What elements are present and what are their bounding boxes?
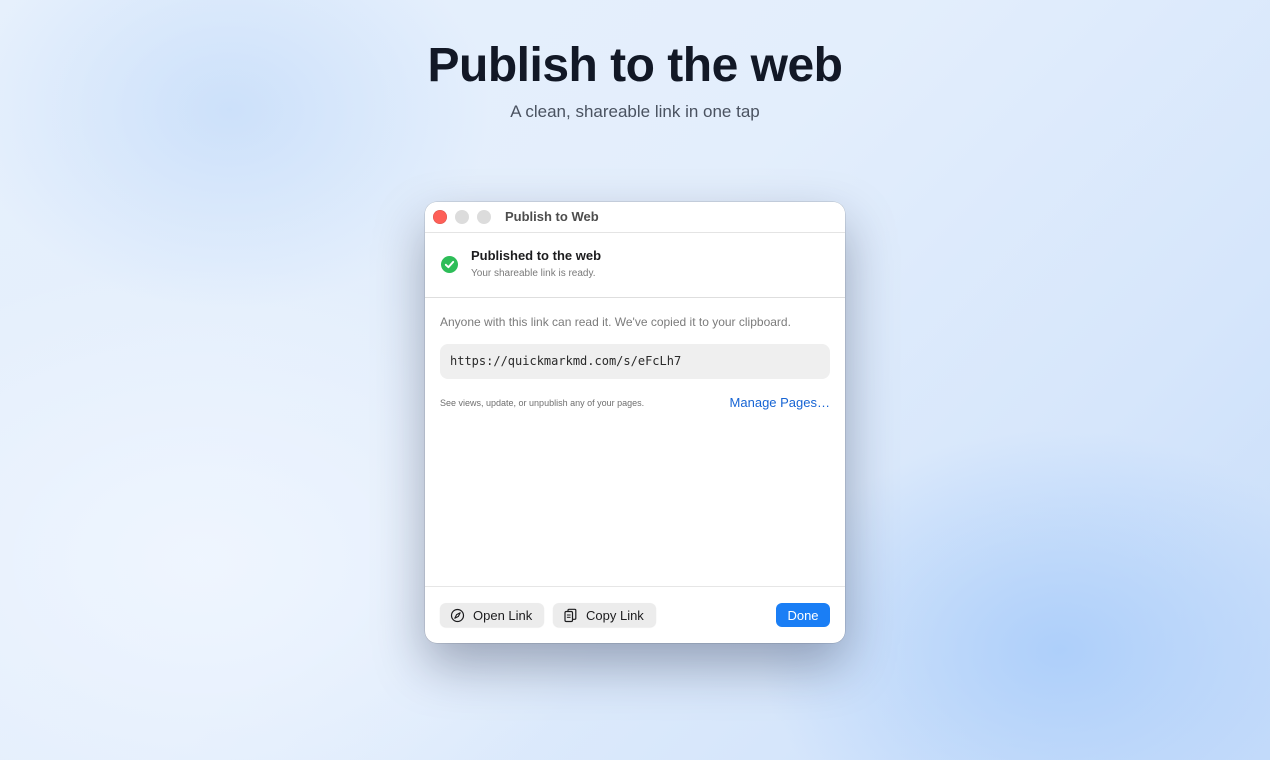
done-button[interactable]: Done	[776, 603, 830, 627]
hero-subtitle: A clean, shareable link in one tap	[510, 102, 760, 121]
copy-link-label: Copy Link	[586, 607, 644, 623]
zoom-window-button[interactable]	[477, 210, 491, 224]
dialog-body: Anyone with this link can read it. We've…	[425, 298, 845, 588]
minimize-window-button[interactable]	[455, 210, 469, 224]
window-title: Publish to Web	[505, 209, 599, 224]
copy-icon	[563, 608, 578, 623]
publish-dialog: Publish to Web Published to the web Your…	[425, 202, 845, 643]
share-info-text: Anyone with this link can read it. We've…	[440, 315, 791, 329]
title-bar[interactable]: Publish to Web	[425, 202, 845, 233]
copy-link-button[interactable]: Copy Link	[553, 603, 656, 627]
dialog-footer: Open Link Copy Link Done	[425, 586, 845, 643]
share-url-field[interactable]: https://quickmarkmd.com/s/eFcLh7	[440, 344, 830, 379]
manage-pages-hint: See views, update, or unpublish any of y…	[440, 398, 645, 408]
checkmark-circle-icon	[441, 256, 458, 273]
open-link-label: Open Link	[473, 607, 533, 623]
status-title: Published to the web	[471, 248, 602, 263]
hero-title: Publish to the web	[427, 39, 843, 92]
compass-icon	[450, 608, 465, 623]
publish-status: Published to the web Your shareable link…	[425, 233, 845, 298]
open-link-button[interactable]: Open Link	[440, 603, 544, 627]
status-subtitle: Your shareable link is ready.	[471, 268, 596, 279]
manage-pages-link[interactable]: Manage Pages…	[730, 395, 830, 410]
close-window-button[interactable]	[433, 210, 447, 224]
